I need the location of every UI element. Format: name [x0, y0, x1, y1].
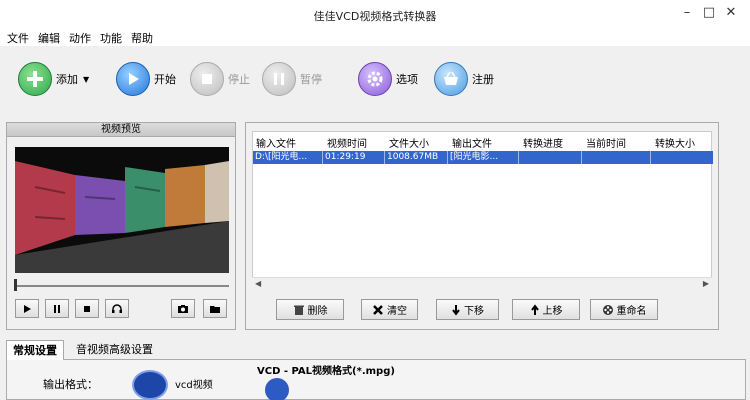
plus-icon [18, 62, 52, 96]
scroll-right-icon[interactable]: ▶ [703, 279, 709, 288]
menu-bar: 文件 编辑 动作 功能 帮助 [0, 28, 750, 46]
loop-control-button[interactable] [105, 299, 129, 318]
move-up-label: 上移 [542, 306, 563, 317]
register-button[interactable]: 注册 [434, 62, 494, 96]
column-video-time[interactable]: 视频时间 [327, 135, 367, 150]
options-label: 选项 [396, 73, 418, 86]
pause-button[interactable]: 暂停 [262, 62, 322, 96]
add-label: 添加 [56, 73, 78, 86]
cell-output-file: [阳光电影... [448, 151, 519, 164]
add-button[interactable]: 添加 ▼ [18, 62, 89, 96]
basket-icon [434, 62, 468, 96]
minimize-icon[interactable]: – [676, 4, 698, 22]
cell-current-time [582, 151, 651, 164]
menu-file[interactable]: 文件 [7, 30, 29, 46]
video-preview [15, 147, 229, 273]
cell-input-file: D:\[阳光电... [253, 151, 323, 164]
delete-label: 删除 [307, 306, 328, 317]
snapshot-button[interactable] [171, 299, 195, 318]
x-icon [373, 304, 383, 315]
horizontal-scrollbar[interactable]: ◀ ▶ [252, 277, 712, 289]
preview-title: 视频预览 [7, 123, 235, 137]
start-button[interactable]: 开始 [116, 62, 176, 96]
file-list[interactable]: 输入文件 视频时间 文件大小 输出文件 转换进度 当前时间 转换大小 D:\[阳… [252, 131, 713, 289]
play-icon [116, 62, 150, 96]
file-list-header: 输入文件 视频时间 文件大小 输出文件 转换进度 当前时间 转换大小 [253, 132, 713, 150]
column-current-time[interactable]: 当前时间 [586, 135, 626, 150]
column-progress[interactable]: 转换进度 [523, 135, 563, 150]
tab-advanced-settings[interactable]: 音视频高级设置 [70, 340, 159, 360]
format-option-icon[interactable] [265, 378, 289, 400]
folder-icon [210, 305, 220, 313]
open-folder-button[interactable] [203, 299, 227, 318]
stop-icon [84, 305, 90, 312]
title-bar: 佳佳VCD视频格式转换器 – □ ✕ [0, 0, 750, 28]
start-label: 开始 [154, 73, 176, 86]
move-down-label: 下移 [464, 306, 484, 317]
play-icon [24, 304, 31, 313]
gear-icon [358, 62, 392, 96]
preview-panel: 视频预览 [6, 122, 236, 330]
file-list-panel: 输入文件 视频时间 文件大小 输出文件 转换进度 当前时间 转换大小 D:\[阳… [245, 122, 719, 330]
menu-action[interactable]: 动作 [69, 30, 91, 46]
seek-bar[interactable] [15, 285, 229, 287]
cell-converted-size [651, 151, 713, 164]
format-title: VCD - PAL视频格式(*.mpg) [257, 366, 395, 377]
scroll-left-icon[interactable]: ◀ [255, 279, 261, 288]
menu-help[interactable]: 帮助 [131, 30, 153, 46]
settings-tabs: VCD - PAL视频格式(*.mpg) 输出格式： vcd视频 常规设置 音视… [6, 340, 750, 400]
toolbar: 添加 ▼ 开始 停止 暂停 选项 注册 [0, 46, 750, 118]
cell-file-size: 1008.67MB [385, 151, 448, 164]
vcd-disc-icon[interactable] [132, 370, 168, 400]
headphone-icon [112, 303, 122, 313]
window-title: 佳佳VCD视频格式转换器 [313, 10, 437, 23]
dropdown-arrow-icon[interactable]: ▼ [83, 75, 89, 84]
pause-label: 暂停 [300, 73, 322, 86]
column-converted-size[interactable]: 转换大小 [655, 135, 695, 150]
close-icon[interactable]: ✕ [720, 4, 742, 22]
pause-icon [54, 304, 60, 313]
stop-button[interactable]: 停止 [190, 62, 250, 96]
play-control-button[interactable] [15, 299, 39, 318]
trash-icon [293, 305, 304, 315]
tab-general-settings[interactable]: 常规设置 [6, 340, 64, 360]
arrow-up-icon [530, 303, 539, 315]
format-text: vcd视频 [175, 380, 213, 391]
column-input-file[interactable]: 输入文件 [256, 135, 296, 150]
film-icon [602, 304, 613, 315]
output-format-label: 输出格式： [43, 378, 98, 391]
column-file-size[interactable]: 文件大小 [389, 135, 429, 150]
rename-button[interactable]: 重命名 [590, 299, 658, 320]
cell-progress [519, 151, 582, 164]
delete-button[interactable]: 删除 [276, 299, 344, 320]
stop-control-button[interactable] [75, 299, 99, 318]
stop-icon [190, 62, 224, 96]
menu-edit[interactable]: 编辑 [38, 30, 60, 46]
arrow-down-icon [452, 304, 460, 316]
register-label: 注册 [472, 73, 494, 86]
rename-label: 重命名 [616, 306, 647, 317]
pause-control-button[interactable] [45, 299, 69, 318]
move-up-button[interactable]: 上移 [512, 299, 580, 320]
clear-label: 清空 [387, 306, 407, 317]
pause-icon [262, 62, 296, 96]
clear-button[interactable]: 清空 [361, 299, 418, 320]
seek-handle[interactable] [14, 279, 17, 291]
general-settings-panel: VCD - PAL视频格式(*.mpg) 输出格式： vcd视频 [6, 359, 746, 400]
table-row[interactable]: D:\[阳光电... 01:29:19 1008.67MB [阳光电影... [253, 151, 713, 164]
menu-function[interactable]: 功能 [100, 30, 122, 46]
camera-icon [178, 304, 188, 313]
maximize-icon[interactable]: □ [698, 4, 720, 22]
column-output-file[interactable]: 输出文件 [452, 135, 492, 150]
move-down-button[interactable]: 下移 [436, 299, 499, 320]
cell-video-time: 01:29:19 [323, 151, 385, 164]
options-button[interactable]: 选项 [358, 62, 418, 96]
stop-label: 停止 [228, 73, 250, 86]
